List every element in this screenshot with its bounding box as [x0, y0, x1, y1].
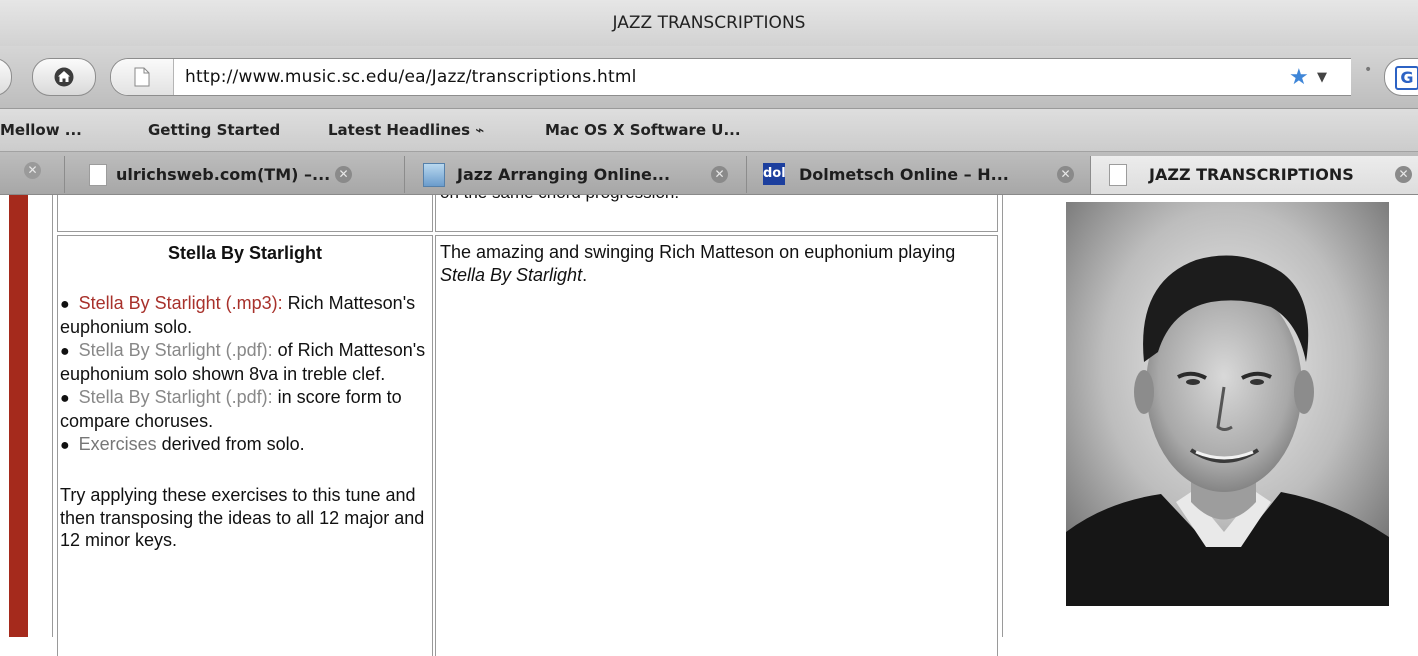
bullet: ●: [60, 295, 79, 313]
entry-description: The amazing and swinging Rich Matteson o…: [440, 241, 997, 286]
description-title: Stella By Starlight: [440, 264, 583, 285]
mp3-link[interactable]: Stella By Starlight (.mp3):: [79, 293, 283, 313]
tab-label: Dolmetsch Online – H...: [799, 165, 1009, 184]
separator-dot: •: [1364, 62, 1373, 78]
tab-label: Jazz Arranging Online...: [457, 165, 671, 184]
bookmark-getting-started[interactable]: Getting Started: [148, 109, 280, 151]
bookmark-mac-os-x-software[interactable]: Mac OS X Software U...: [545, 109, 741, 151]
previous-row-text: on the same chord progression.: [440, 195, 679, 203]
list-item: ● Exercises derived from solo.: [60, 433, 432, 458]
home-button[interactable]: [32, 58, 96, 96]
portrait-photo: [1066, 202, 1389, 606]
entry-resources-cell: Stella By Starlight ● Stella By Starligh…: [57, 235, 433, 656]
tab-label: ulrichsweb.com(TM) –...: [116, 165, 331, 184]
document-icon: [1109, 164, 1127, 186]
bullet: ●: [60, 342, 79, 360]
search-input[interactable]: G: [1384, 58, 1418, 96]
tab-jazz-arranging[interactable]: Jazz Arranging Online... ✕: [404, 156, 747, 193]
bullet: ●: [60, 436, 79, 454]
resource-list: ● Stella By Starlight (.mp3): Rich Matte…: [60, 292, 432, 458]
back-forward-button[interactable]: [0, 58, 12, 96]
bookmarks-toolbar: Mellow ... Getting Started Latest Headli…: [0, 109, 1418, 152]
portrait-illustration: [1066, 202, 1389, 606]
practice-note: Try applying these exercises to this tun…: [60, 485, 425, 550]
bookmark-mellow[interactable]: Mellow ...: [0, 109, 82, 151]
site-identity-button[interactable]: [111, 59, 174, 95]
exercises-link[interactable]: Exercises: [79, 434, 157, 454]
page-icon: [423, 163, 445, 187]
previous-row-right-cell: on the same chord progression.: [435, 195, 998, 232]
pdf-score-link[interactable]: Stella By Starlight (.pdf):: [79, 387, 273, 407]
entry-description-cell: The amazing and swinging Rich Matteson o…: [435, 235, 998, 656]
description-text: The amazing and swinging Rich Matteson o…: [440, 242, 956, 262]
document-icon: [89, 164, 107, 186]
item-text: derived from solo.: [156, 433, 305, 454]
close-icon[interactable]: ✕: [1395, 166, 1412, 183]
star-icon[interactable]: ★: [1289, 66, 1313, 90]
accent-bar: [9, 195, 28, 637]
entry-title: Stella By Starlight: [167, 243, 323, 263]
tab-jazz-transcriptions[interactable]: JAZZ TRANSCRIPTIONS ✕: [1090, 156, 1418, 194]
bookmark-latest-headlines[interactable]: Latest Headlines ⌁: [328, 109, 484, 151]
page-content: on the same chord progression. Stella By…: [0, 195, 1418, 656]
google-icon: G: [1395, 66, 1418, 90]
tab-dolmetsch[interactable]: dol Dolmetsch Online – H... ✕: [746, 156, 1089, 193]
tab-bar: ✕ ulrichsweb.com(TM) –... ✕ Jazz Arrangi…: [0, 152, 1418, 195]
document-icon: [134, 67, 150, 87]
close-icon[interactable]: ✕: [711, 166, 728, 183]
close-icon[interactable]: ✕: [1057, 166, 1074, 183]
description-end: .: [582, 264, 588, 285]
list-item: ● Stella By Starlight (.pdf): of Rich Ma…: [60, 339, 432, 386]
pdf-treble-link[interactable]: Stella By Starlight (.pdf):: [79, 340, 273, 360]
navigation-toolbar: http://www.music.sc.edu/ea/Jazz/transcri…: [0, 46, 1418, 109]
close-icon[interactable]: ✕: [335, 166, 352, 183]
dolmetsch-icon: dol: [763, 163, 786, 185]
home-icon: [54, 67, 74, 87]
url-text[interactable]: http://www.music.sc.edu/ea/Jazz/transcri…: [185, 59, 637, 95]
tab-label: JAZZ TRANSCRIPTIONS: [1149, 165, 1354, 184]
address-bar[interactable]: http://www.music.sc.edu/ea/Jazz/transcri…: [110, 58, 1351, 96]
bullet: ●: [60, 389, 79, 407]
chevron-down-icon[interactable]: ▼: [1317, 66, 1327, 90]
list-item: ● Stella By Starlight (.pdf): in score f…: [60, 386, 432, 433]
list-item: ● Stella By Starlight (.mp3): Rich Matte…: [60, 292, 432, 339]
window-title: JAZZ TRANSCRIPTIONS: [0, 0, 1418, 46]
previous-row-left-cell: [57, 195, 433, 232]
close-icon[interactable]: ✕: [24, 162, 41, 179]
tab-ulrichsweb[interactable]: ulrichsweb.com(TM) –... ✕: [64, 156, 393, 193]
